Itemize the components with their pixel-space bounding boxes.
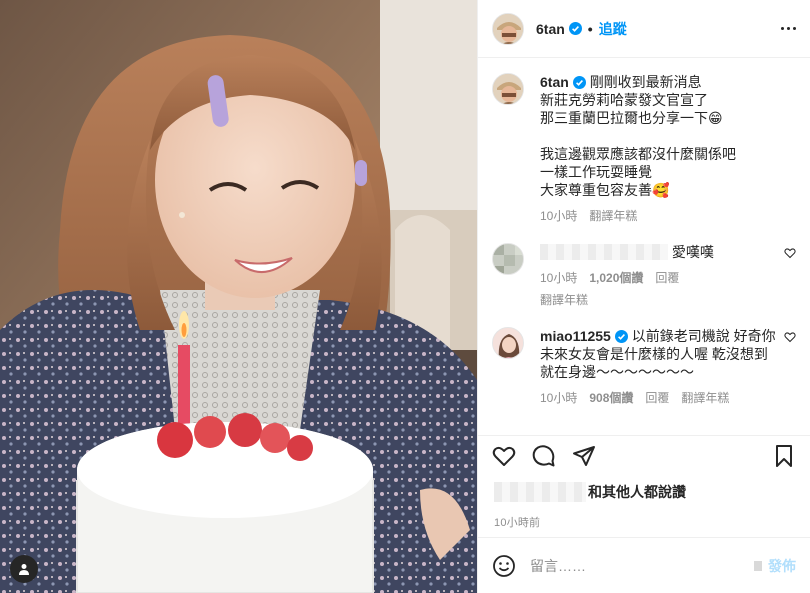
blurred-username <box>540 244 668 260</box>
verified-badge-icon <box>614 330 628 343</box>
author-avatar-image <box>493 13 523 44</box>
post-caption: 6tan 剛剛收到最新消息 新莊克勞莉哈蒙發文官宣了 那三重蘭巴拉爾也分享一下😁… <box>492 73 796 225</box>
comment-translate-row: 翻譯年糕 <box>540 291 776 309</box>
commenter-avatar[interactable] <box>492 243 524 275</box>
photo-scene <box>0 0 477 593</box>
post-timestamp[interactable]: 10小時前 <box>494 514 540 530</box>
post-photo[interactable] <box>0 0 477 593</box>
caption-translate-link[interactable]: 翻譯年糕 <box>589 207 637 225</box>
comment-input[interactable] <box>530 557 754 574</box>
comment-body: miao11255 以前錄老司機說 好奇你未來女友會是什麼樣的人喔 乾沒想到就在… <box>540 327 796 407</box>
comment-likes[interactable]: 1,020個讚 <box>589 269 643 287</box>
comment-time[interactable]: 10小時 <box>540 269 577 287</box>
blurred-liker-names <box>494 482 586 502</box>
caption-username[interactable]: 6tan <box>540 74 569 90</box>
comments-list[interactable]: 6tan 剛剛收到最新消息 新莊克勞莉哈蒙發文官宣了 那三重蘭巴拉爾也分享一下😁… <box>478 59 810 435</box>
caption-time[interactable]: 10小時 <box>540 207 577 225</box>
caption-meta: 10小時 翻譯年糕 <box>540 207 776 225</box>
blurred-indicator <box>754 560 762 571</box>
comment-translate-link[interactable]: 翻譯年糕 <box>681 389 729 407</box>
heart-icon[interactable] <box>492 444 516 468</box>
share-icon[interactable] <box>572 444 596 468</box>
comment-like-heart-icon[interactable] <box>784 331 796 343</box>
comment-item: miao11255 以前錄老司機說 好奇你未來女友會是什麼樣的人喔 乾沒想到就在… <box>492 327 796 407</box>
caption-avatar-image <box>493 74 523 104</box>
commenter-avatar[interactable] <box>492 327 524 359</box>
blurred-avatar-image <box>493 244 523 274</box>
post-comment-button[interactable]: 發佈 <box>768 556 796 576</box>
author-username[interactable]: 6tan <box>536 21 565 37</box>
verified-badge-icon <box>568 22 582 35</box>
author-avatar[interactable] <box>492 12 524 45</box>
likes-summary-text: 和其他人都說讚 <box>588 484 686 500</box>
bookmark-icon[interactable] <box>772 444 796 468</box>
comment-item: 愛嘆嘆 10小時 1,020個讚 回覆 翻譯年糕 <box>492 243 796 309</box>
comment-composer: 發佈 <box>478 537 810 593</box>
commenter-avatar-image <box>493 328 523 358</box>
comment-text: 愛嘆嘆 <box>671 244 714 260</box>
comment-reply-button[interactable]: 回覆 <box>645 389 669 407</box>
comment-body: 愛嘆嘆 10小時 1,020個讚 回覆 翻譯年糕 <box>540 243 796 309</box>
verified-badge-icon <box>572 76 586 89</box>
comment-username[interactable]: miao11255 <box>540 328 611 344</box>
post-header: 6tan • 追蹤 <box>478 0 810 58</box>
comment-icon[interactable] <box>532 444 556 468</box>
comment-likes[interactable]: 908個讚 <box>589 389 633 407</box>
post-actions-bar <box>478 435 810 475</box>
user-tag-button[interactable] <box>10 555 38 583</box>
comment-reply-button[interactable]: 回覆 <box>655 269 679 287</box>
likes-summary[interactable]: 和其他人都說讚 <box>494 482 686 502</box>
comment-meta: 10小時 1,020個讚 回覆 <box>540 269 776 287</box>
comment-like-heart-icon[interactable] <box>784 247 796 259</box>
follow-button[interactable]: 追蹤 <box>599 19 627 39</box>
comment-meta: 10小時 908個讚 回覆 翻譯年糕 <box>540 389 776 407</box>
user-tag-icon <box>19 564 29 575</box>
more-options-icon[interactable] <box>781 27 796 30</box>
emoji-icon[interactable] <box>492 554 516 578</box>
caption-author-avatar[interactable] <box>492 73 524 105</box>
caption-text: 剛剛收到最新消息 新莊克勞莉哈蒙發文官宣了 那三重蘭巴拉爾也分享一下😁 我這邊觀… <box>540 74 736 198</box>
post-side-panel: 6tan • 追蹤 6tan 剛剛收到最新消息 新莊克勞莉哈蒙發文官宣了 那三重… <box>477 0 810 593</box>
comment-translate-link[interactable]: 翻譯年糕 <box>540 291 588 309</box>
caption-body: 6tan 剛剛收到最新消息 新莊克勞莉哈蒙發文官宣了 那三重蘭巴拉爾也分享一下😁… <box>540 73 796 225</box>
post-viewer: 6tan • 追蹤 6tan 剛剛收到最新消息 新莊克勞莉哈蒙發文官宣了 那三重… <box>0 0 810 593</box>
header-separator: • <box>587 20 593 37</box>
comment-time[interactable]: 10小時 <box>540 389 577 407</box>
